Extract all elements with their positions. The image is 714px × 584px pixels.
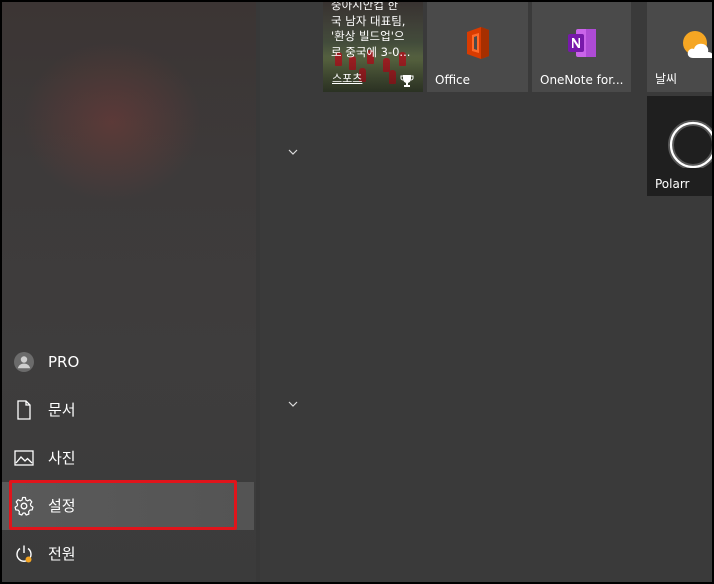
polarr-label: Polarr xyxy=(655,177,690,191)
weather-sun-cloud-icon xyxy=(679,28,712,66)
polarr-ring-icon xyxy=(665,118,712,172)
picture-icon xyxy=(14,448,34,468)
polarr-tile[interactable]: Polarr xyxy=(647,96,712,196)
trophy-icon xyxy=(400,73,414,87)
weather-label: 날씨 xyxy=(655,72,678,86)
rail-item-user[interactable]: PRO xyxy=(2,338,254,386)
onenote-logo-icon xyxy=(566,28,598,62)
weather-tile[interactable]: 날씨 xyxy=(647,2,712,92)
rail-item-power[interactable]: 전원 xyxy=(2,530,254,578)
rail-item-label: 문서 xyxy=(48,401,76,419)
news-tile[interactable]: 중아시안컵 한 국 남자 대표팀, '환상 빌드업'으 로 중국에 3-0...… xyxy=(323,2,423,92)
news-category: 스포츠 xyxy=(332,72,363,85)
onenote-tile[interactable]: OneNote for... xyxy=(532,2,631,92)
rail-item-documents[interactable]: 문서 xyxy=(2,386,254,434)
office-tile[interactable]: Office xyxy=(427,2,528,92)
news-headline: 중아시안컵 한 국 남자 대표팀, '환상 빌드업'으 로 중국에 3-0... xyxy=(331,2,411,59)
document-icon xyxy=(14,400,34,420)
rail-item-label: PRO xyxy=(48,353,80,371)
office-logo-icon xyxy=(463,26,493,64)
office-label: Office xyxy=(435,73,471,87)
onenote-label: OneNote for... xyxy=(540,73,624,87)
highlight-annotation xyxy=(9,480,237,530)
rail-item-label: 사진 xyxy=(48,449,76,467)
rail-item-pictures[interactable]: 사진 xyxy=(2,434,254,482)
start-menu: PRO 문서 사진 설정 전원 중아시안컵 한 국 남자 대표팀, '환상 빌드… xyxy=(2,2,712,582)
chevron-down-icon[interactable] xyxy=(286,145,300,159)
chevron-down-icon[interactable] xyxy=(286,397,300,411)
rail-item-label: 전원 xyxy=(48,545,76,563)
user-avatar-icon xyxy=(14,352,34,372)
power-icon xyxy=(14,544,34,564)
